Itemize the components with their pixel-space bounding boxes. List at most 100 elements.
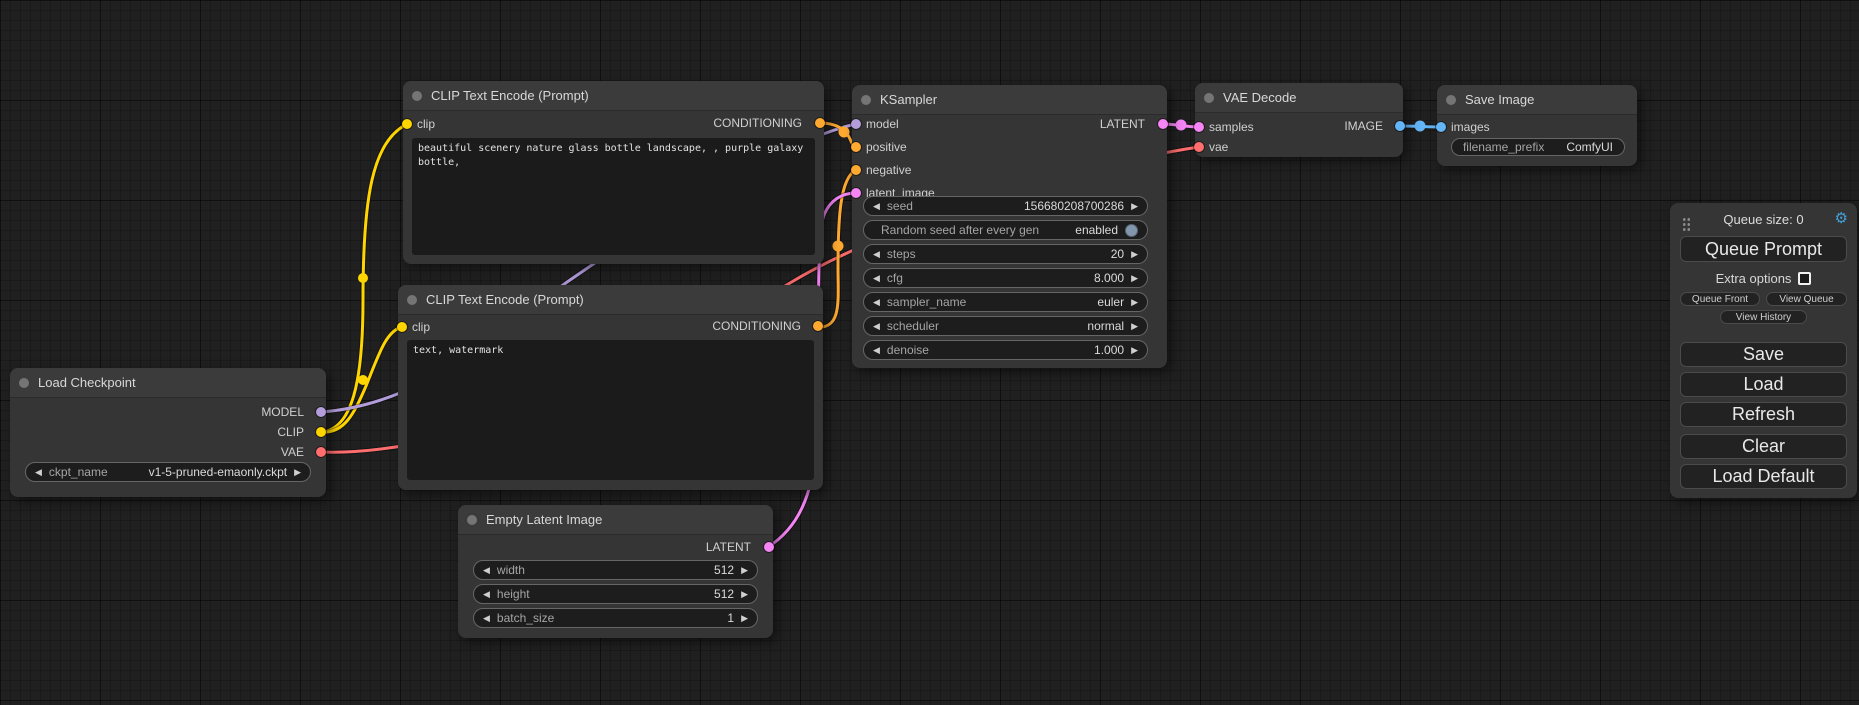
- prompt-textarea[interactable]: beautiful scenery nature glass bottle la…: [412, 138, 815, 255]
- node-clip-text-encode-negative[interactable]: CLIP Text Encode (Prompt) clip CONDITION…: [398, 285, 823, 490]
- input-port-samples[interactable]: [1194, 122, 1204, 132]
- node-title-bar[interactable]: Empty Latent Image: [458, 505, 773, 535]
- toggle-dot-icon[interactable]: [1125, 224, 1138, 237]
- node-title: CLIP Text Encode (Prompt): [426, 292, 584, 307]
- output-port-clip[interactable]: [316, 427, 326, 437]
- input-label-images: images: [1451, 119, 1490, 135]
- increment-arrow-icon[interactable]: ▶: [1131, 269, 1138, 287]
- extra-options-checkbox[interactable]: [1798, 272, 1811, 285]
- node-save-image[interactable]: Save Image images filename_prefix ComfyU…: [1437, 85, 1637, 166]
- input-port-clip[interactable]: [397, 322, 407, 332]
- refresh-button[interactable]: Refresh: [1680, 402, 1847, 427]
- output-label-clip: CLIP: [277, 424, 304, 440]
- gear-icon[interactable]: ⚙: [1835, 211, 1848, 227]
- widget-value: 512: [714, 563, 734, 577]
- collapse-dot-icon[interactable]: [412, 91, 422, 101]
- widget-value: 156680208700286: [1024, 199, 1124, 213]
- input-port-vae[interactable]: [1194, 142, 1204, 152]
- wire-clip-to-clip1: [321, 124, 407, 432]
- width-widget[interactable]: ◀ width 512 ▶: [473, 560, 758, 580]
- increment-arrow-icon[interactable]: ▶: [741, 609, 748, 627]
- increment-arrow-icon[interactable]: ▶: [1131, 317, 1138, 335]
- queue-prompt-button[interactable]: Queue Prompt: [1680, 236, 1847, 262]
- steps-widget[interactable]: ◀ steps 20 ▶: [863, 244, 1148, 264]
- denoise-widget[interactable]: ◀ denoise 1.000 ▶: [863, 340, 1148, 360]
- node-clip-text-encode-positive[interactable]: CLIP Text Encode (Prompt) clip CONDITION…: [403, 81, 824, 264]
- load-default-button[interactable]: Load Default: [1680, 464, 1847, 489]
- collapse-dot-icon[interactable]: [1446, 95, 1456, 105]
- decrement-arrow-icon[interactable]: ◀: [483, 561, 490, 579]
- clear-button[interactable]: Clear: [1680, 434, 1847, 459]
- node-title-bar[interactable]: KSampler: [852, 85, 1167, 115]
- increment-arrow-icon[interactable]: ▶: [1131, 197, 1138, 215]
- collapse-dot-icon[interactable]: [861, 95, 871, 105]
- prompt-textarea[interactable]: text, watermark: [407, 340, 814, 480]
- output-port-image[interactable]: [1395, 121, 1405, 131]
- cfg-widget[interactable]: ◀ cfg 8.000 ▶: [863, 268, 1148, 288]
- node-ksampler[interactable]: KSampler model positive negative latent_…: [852, 85, 1167, 368]
- node-title-bar[interactable]: VAE Decode: [1195, 83, 1403, 113]
- decrement-arrow-icon[interactable]: ◀: [873, 341, 880, 359]
- queue-front-button[interactable]: Queue Front: [1680, 292, 1760, 306]
- increment-arrow-icon[interactable]: ▶: [1131, 293, 1138, 311]
- widget-value: v1-5-pruned-emaonly.ckpt: [149, 465, 288, 479]
- decrement-arrow-icon[interactable]: ◀: [873, 197, 880, 215]
- node-load-checkpoint[interactable]: Load Checkpoint MODEL CLIP VAE ◀ ckpt_na…: [10, 368, 326, 497]
- batch-size-widget[interactable]: ◀ batch_size 1 ▶: [473, 608, 758, 628]
- view-queue-button[interactable]: View Queue: [1766, 292, 1847, 306]
- decrement-arrow-icon[interactable]: ◀: [873, 269, 880, 287]
- increment-arrow-icon[interactable]: ▶: [741, 585, 748, 603]
- output-port-conditioning[interactable]: [815, 118, 825, 128]
- input-label-clip: clip: [412, 319, 430, 335]
- ckpt-name-widget[interactable]: ◀ ckpt_name v1-5-pruned-emaonly.ckpt ▶: [25, 462, 311, 482]
- decrement-arrow-icon[interactable]: ◀: [35, 463, 42, 481]
- increment-arrow-icon[interactable]: ▶: [1131, 245, 1138, 263]
- input-port-images[interactable]: [1436, 122, 1446, 132]
- increment-arrow-icon[interactable]: ▶: [294, 463, 301, 481]
- view-history-button[interactable]: View History: [1720, 310, 1807, 324]
- random-seed-toggle-widget[interactable]: Random seed after every gen enabled: [863, 220, 1148, 240]
- node-title-bar[interactable]: CLIP Text Encode (Prompt): [403, 81, 824, 111]
- input-port-model[interactable]: [851, 119, 861, 129]
- collapse-dot-icon[interactable]: [467, 515, 477, 525]
- queue-panel[interactable]: Queue size: 0 ⚙ Queue Prompt Extra optio…: [1670, 203, 1857, 498]
- height-widget[interactable]: ◀ height 512 ▶: [473, 584, 758, 604]
- decrement-arrow-icon[interactable]: ◀: [873, 317, 880, 335]
- output-port-model[interactable]: [316, 407, 326, 417]
- link-midpoint-dot: [839, 127, 850, 138]
- node-graph-canvas[interactable]: Load Checkpoint MODEL CLIP VAE ◀ ckpt_na…: [0, 0, 1859, 705]
- node-vae-decode[interactable]: VAE Decode samples vae IMAGE: [1195, 83, 1403, 157]
- decrement-arrow-icon[interactable]: ◀: [483, 609, 490, 627]
- input-port-latent-image[interactable]: [851, 188, 861, 198]
- seed-widget[interactable]: ◀ seed 156680208700286 ▶: [863, 196, 1148, 216]
- input-port-negative[interactable]: [851, 165, 861, 175]
- decrement-arrow-icon[interactable]: ◀: [873, 245, 880, 263]
- sampler-name-widget[interactable]: ◀ sampler_name euler ▶: [863, 292, 1148, 312]
- increment-arrow-icon[interactable]: ▶: [741, 561, 748, 579]
- node-title-bar[interactable]: CLIP Text Encode (Prompt): [398, 285, 823, 315]
- node-empty-latent-image[interactable]: Empty Latent Image LATENT ◀ width 512 ▶ …: [458, 505, 773, 638]
- collapse-dot-icon[interactable]: [1204, 93, 1214, 103]
- collapse-dot-icon[interactable]: [19, 378, 29, 388]
- widget-value: 1.000: [1094, 343, 1124, 357]
- output-port-conditioning[interactable]: [813, 321, 823, 331]
- output-port-latent[interactable]: [1158, 119, 1168, 129]
- output-label-latent: LATENT: [1100, 116, 1145, 132]
- output-port-vae[interactable]: [316, 447, 326, 457]
- queue-size-label: Queue size: 0: [1670, 212, 1857, 227]
- output-label-conditioning: CONDITIONING: [713, 115, 802, 131]
- increment-arrow-icon[interactable]: ▶: [1131, 341, 1138, 359]
- node-title-bar[interactable]: Save Image: [1437, 85, 1637, 115]
- decrement-arrow-icon[interactable]: ◀: [483, 585, 490, 603]
- collapse-dot-icon[interactable]: [407, 295, 417, 305]
- node-title-bar[interactable]: Load Checkpoint: [10, 368, 326, 398]
- widget-label: cfg: [887, 271, 903, 285]
- output-port-latent[interactable]: [764, 542, 774, 552]
- input-port-clip[interactable]: [402, 119, 412, 129]
- load-button[interactable]: Load: [1680, 372, 1847, 397]
- input-port-positive[interactable]: [851, 142, 861, 152]
- save-button[interactable]: Save: [1680, 342, 1847, 367]
- scheduler-widget[interactable]: ◀ scheduler normal ▶: [863, 316, 1148, 336]
- filename-prefix-widget[interactable]: filename_prefix ComfyUI: [1451, 138, 1625, 156]
- decrement-arrow-icon[interactable]: ◀: [873, 293, 880, 311]
